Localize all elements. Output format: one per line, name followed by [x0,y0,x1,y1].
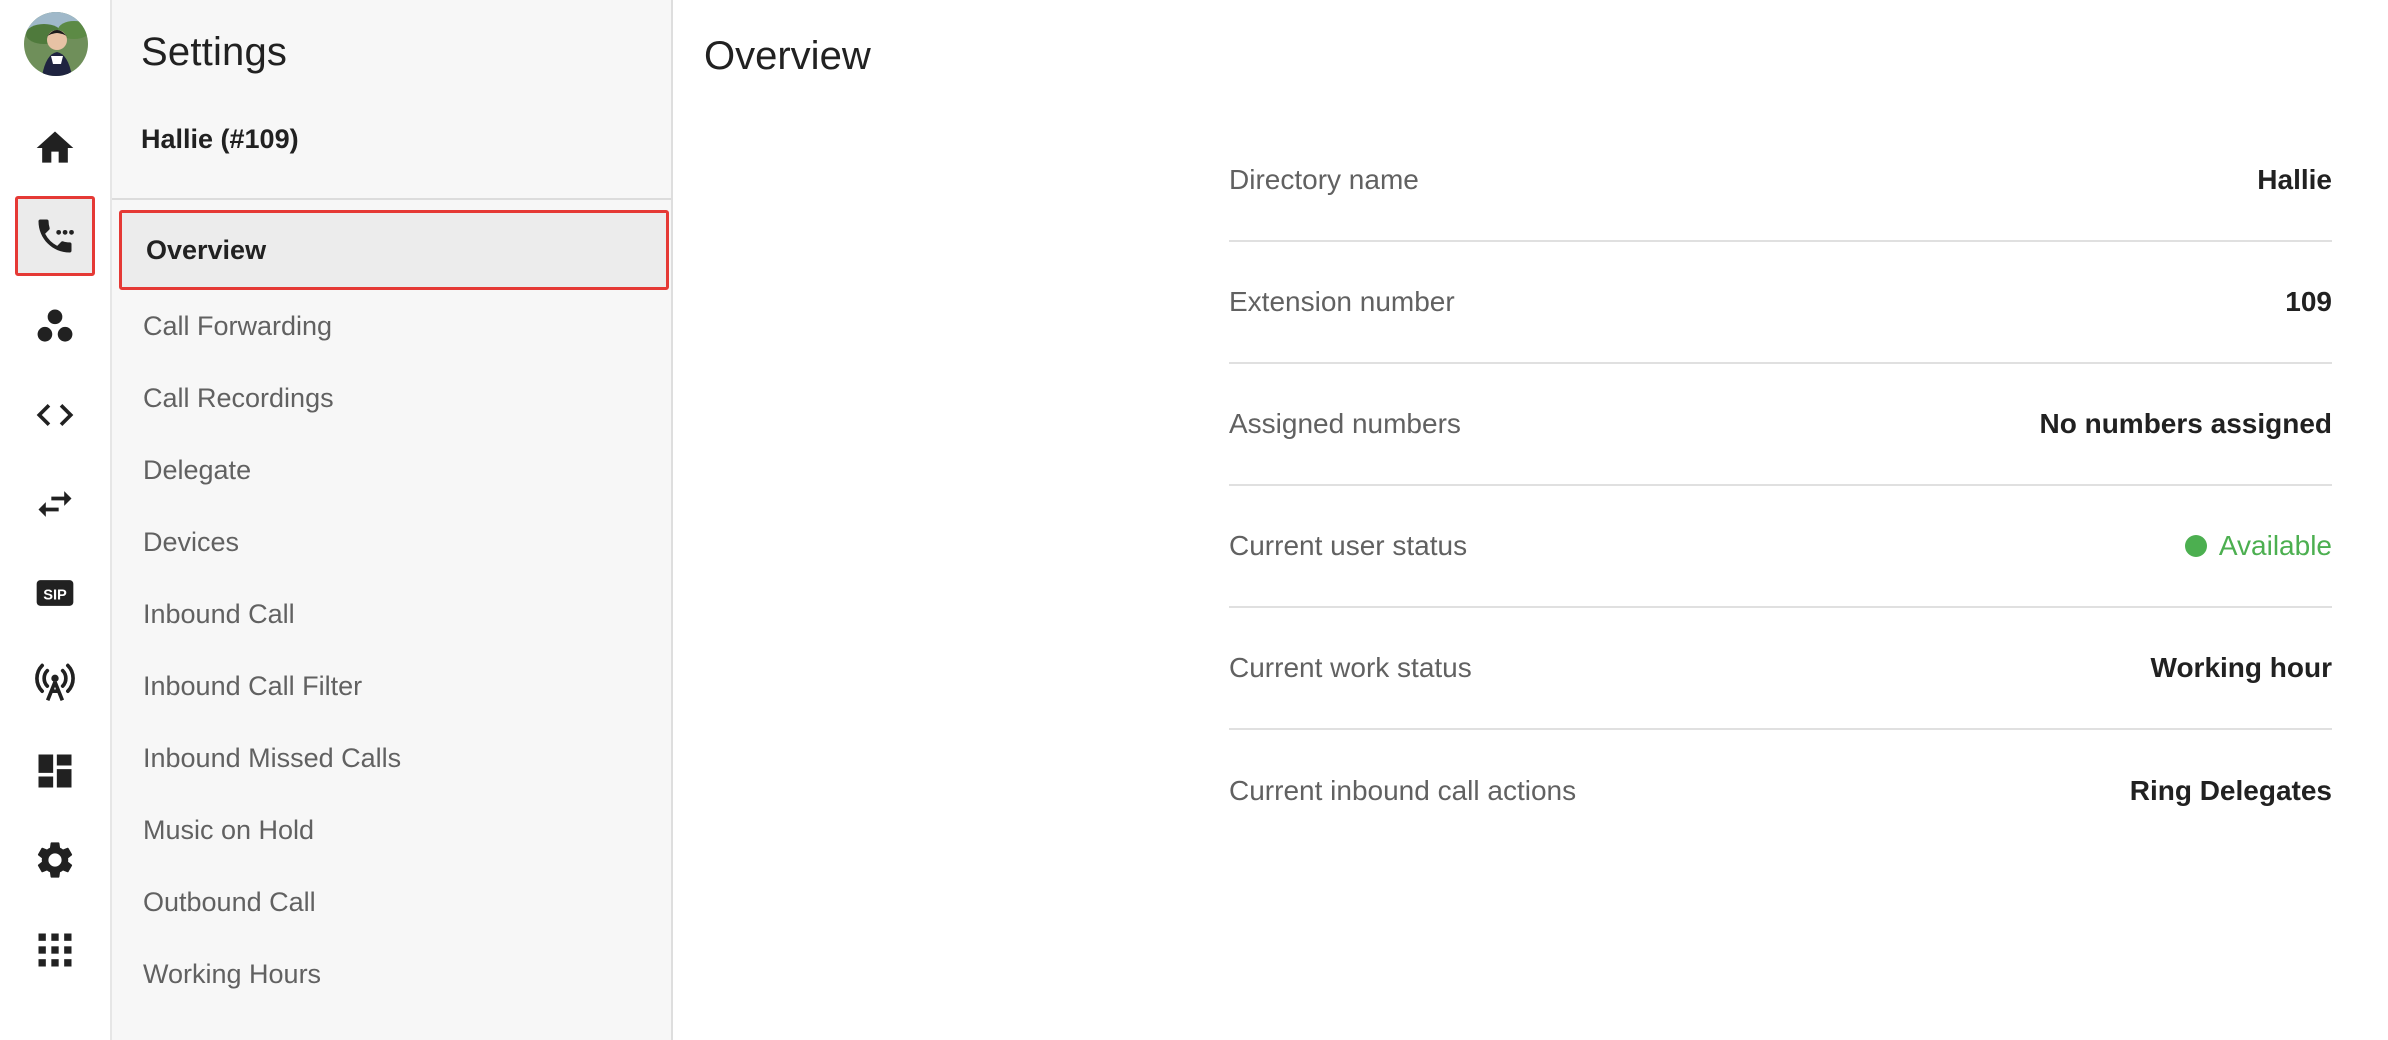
status-badge: Available [2184,530,2332,562]
detail-row: Assigned numbers No numbers assigned [1229,364,2332,486]
detail-row: Current user status Available [1229,486,2332,608]
status-dot-icon [2184,535,2207,557]
icon-rail: SIP [0,0,112,1040]
assigned-numbers-label: Assigned numbers [1229,408,1461,439]
user-status-value: Available [2218,530,2332,561]
overview-details: Directory name Hallie Extension number 1… [1229,120,2332,852]
code-icon [36,404,74,426]
menu-item-music-on-hold[interactable]: Music on Hold [112,794,671,866]
sip-button[interactable]: SIP [15,553,95,633]
assigned-numbers-value: No numbers assigned [2039,408,2332,439]
antenna-icon [35,663,75,702]
menu-item-inbound-missed-calls[interactable]: Inbound Missed Calls [112,722,671,794]
settings-button[interactable] [15,820,95,900]
menu-item-call-forwarding[interactable]: Call Forwarding [112,290,671,362]
menu-item-delegate[interactable]: Delegate [112,434,671,506]
menu-item-working-hours[interactable]: Working Hours [112,938,671,1010]
detail-row: Extension number 109 [1229,242,2332,364]
divider [112,198,671,200]
code-button[interactable] [15,375,95,455]
swap-icon [38,491,72,517]
work-status-label: Current work status [1229,652,1472,683]
extension-number-label: Extension number [1229,286,1455,317]
detail-row: Directory name Hallie [1229,120,2332,242]
home-button[interactable] [15,108,95,188]
extension-user-label: Hallie (#109) [141,124,299,154]
inbound-call-actions-label: Current inbound call actions [1229,775,1577,806]
extension-number-value: 109 [2285,286,2332,317]
menu-item-call-recordings[interactable]: Call Recordings [112,362,671,434]
page-title: Overview [704,34,871,78]
menu-item-inbound-call[interactable]: Inbound Call [112,578,671,650]
settings-panel: Settings Hallie (#109) Overview Call For… [112,0,673,1040]
sip-icon: SIP [36,580,74,606]
apps-grid-icon [38,933,72,967]
svg-text:SIP: SIP [43,587,67,603]
gear-icon [37,842,73,878]
directory-name-value: Hallie [2257,164,2332,195]
panel-title: Settings [141,30,288,74]
menu-item-devices[interactable]: Devices [112,506,671,578]
dashboard-button[interactable] [15,731,95,811]
inbound-call-actions-value: Ring Delegates [2129,775,2332,806]
groups-icon [37,309,73,342]
groups-button[interactable] [15,286,95,366]
menu-item-inbound-call-filter[interactable]: Inbound Call Filter [112,650,671,722]
apps-button[interactable] [15,910,95,990]
user-status-label: Current user status [1229,530,1468,561]
phone-call-icon [38,219,74,253]
settings-menu: Overview Call Forwarding Call Recordings… [112,210,671,1010]
calls-button[interactable] [15,196,95,276]
menu-item-overview[interactable]: Overview [119,210,669,290]
work-status-value: Working hour [2150,652,2332,683]
dashboard-icon [38,754,72,788]
directory-name-label: Directory name [1229,164,1419,195]
menu-item-outbound-call[interactable]: Outbound Call [112,866,671,938]
detail-row: Current inbound call actions Ring Delega… [1229,730,2332,852]
detail-row: Current work status Working hour [1229,608,2332,730]
avatar[interactable] [24,12,88,76]
antenna-button[interactable] [15,642,95,722]
home-icon [36,131,74,163]
swap-button[interactable] [15,464,95,544]
